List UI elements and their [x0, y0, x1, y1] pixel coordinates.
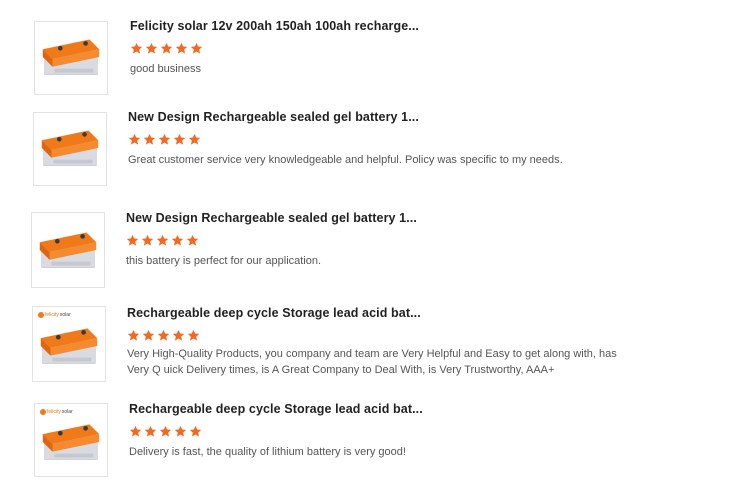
product-title[interactable]: New Design Rechargeable sealed gel batte… [128, 110, 419, 124]
star-icon [144, 425, 157, 437]
star-icon [171, 234, 184, 246]
star-icon [159, 425, 172, 437]
brand-logo: felicity solar [38, 312, 71, 318]
battery-icon [39, 232, 97, 268]
star-rating [126, 234, 199, 247]
star-icon [157, 329, 170, 341]
star-icon [156, 234, 169, 246]
star-rating [127, 329, 200, 342]
star-icon [186, 234, 199, 246]
star-rating [128, 133, 201, 146]
product-thumbnail[interactable]: felicity solar [32, 306, 106, 382]
review-comment: Great customer service very knowledgeabl… [128, 154, 563, 166]
star-rating [129, 425, 202, 438]
star-icon [142, 329, 155, 341]
star-icon [126, 234, 139, 246]
star-icon [129, 425, 142, 437]
star-icon [189, 425, 202, 437]
star-icon [174, 425, 187, 437]
review-comment: Delivery is fast, the quality of lithium… [129, 446, 406, 458]
brand-logo: felicity solar [40, 409, 73, 415]
battery-icon [40, 328, 98, 364]
star-icon [158, 133, 171, 145]
review-comment: this battery is perfect for our applicat… [126, 255, 322, 267]
review-comment: Very High-Quality Products, you company … [127, 348, 617, 376]
product-title[interactable]: Rechargeable deep cycle Storage lead aci… [129, 402, 423, 416]
star-icon [172, 329, 185, 341]
star-icon [141, 234, 154, 246]
product-title[interactable]: New Design Rechargeable sealed gel batte… [126, 211, 417, 225]
product-thumbnail[interactable] [33, 112, 107, 186]
product-thumbnail[interactable] [31, 212, 105, 288]
star-icon [187, 329, 200, 341]
star-icon [188, 133, 201, 145]
product-thumbnail[interactable]: felicity solar [34, 403, 108, 477]
star-icon [143, 133, 156, 145]
product-title[interactable]: Rechargeable deep cycle Storage lead aci… [127, 306, 421, 320]
star-icon [173, 133, 186, 145]
star-icon [128, 133, 141, 145]
battery-icon [41, 130, 99, 166]
review-item: felicity solar Rechargeable deep cycle St… [0, 0, 750, 477]
star-icon [127, 329, 140, 341]
